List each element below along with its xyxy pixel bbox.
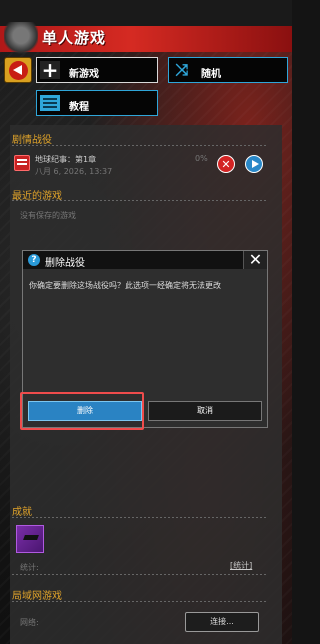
lan-section-title: 局域网游戏 bbox=[12, 591, 62, 602]
divider bbox=[12, 200, 268, 201]
divider bbox=[12, 145, 268, 146]
network-label: 网络: bbox=[20, 618, 39, 627]
divider bbox=[12, 574, 268, 575]
divider bbox=[12, 601, 268, 602]
campaign-progress: 0% bbox=[195, 154, 208, 163]
back-button[interactable] bbox=[4, 57, 32, 83]
stats-link[interactable]: [统计] bbox=[230, 560, 252, 571]
divider bbox=[12, 517, 268, 518]
achievement-badge-icon[interactable] bbox=[16, 525, 44, 553]
no-saved-games-text: 没有保存的游戏 bbox=[20, 211, 76, 220]
achievements-section-title: 成就 bbox=[12, 507, 32, 518]
delete-button-highlight bbox=[20, 392, 144, 430]
campaign-book-icon bbox=[14, 155, 30, 171]
game-logo-icon bbox=[4, 22, 38, 56]
dialog-message: 你确定要删除这场战役吗？此选项一经确定将无法更改 bbox=[29, 281, 221, 290]
question-icon: ? bbox=[28, 254, 40, 266]
tutorial-label: 教程 bbox=[69, 102, 89, 113]
tutorial-icon-wrap bbox=[40, 94, 60, 112]
new-game-label: 新游戏 bbox=[69, 69, 99, 80]
plus-icon: + bbox=[40, 58, 60, 82]
campaign-section-title: 剧情战役 bbox=[12, 135, 52, 146]
tutorial-button[interactable]: 教程 bbox=[36, 90, 158, 116]
random-button[interactable]: ⤨ 随机 bbox=[168, 57, 288, 83]
delete-campaign-button[interactable]: ✕ bbox=[217, 155, 235, 173]
close-icon[interactable]: ✕ bbox=[243, 251, 267, 269]
new-game-button[interactable]: + 新游戏 bbox=[36, 57, 158, 83]
back-arrow-icon bbox=[9, 61, 28, 80]
campaign-name[interactable]: 地球纪事：第1章 bbox=[35, 154, 96, 165]
connect-button[interactable]: 连接... bbox=[185, 612, 259, 632]
stats-label: 统计: bbox=[20, 563, 39, 572]
dialog-header: ? 删除战役 ✕ bbox=[23, 251, 267, 269]
top-bar bbox=[0, 0, 292, 26]
campaign-date: 八月 6, 2026, 13:37 bbox=[35, 167, 113, 176]
tutorial-icon bbox=[40, 95, 60, 111]
shuffle-icon: ⤨ bbox=[175, 60, 189, 79]
cancel-button[interactable]: 取消 bbox=[148, 401, 262, 421]
dialog-title: 删除战役 bbox=[45, 258, 85, 269]
random-label: 随机 bbox=[201, 69, 221, 80]
page-title: 单人游戏 bbox=[42, 29, 107, 47]
play-campaign-button[interactable] bbox=[245, 155, 263, 173]
